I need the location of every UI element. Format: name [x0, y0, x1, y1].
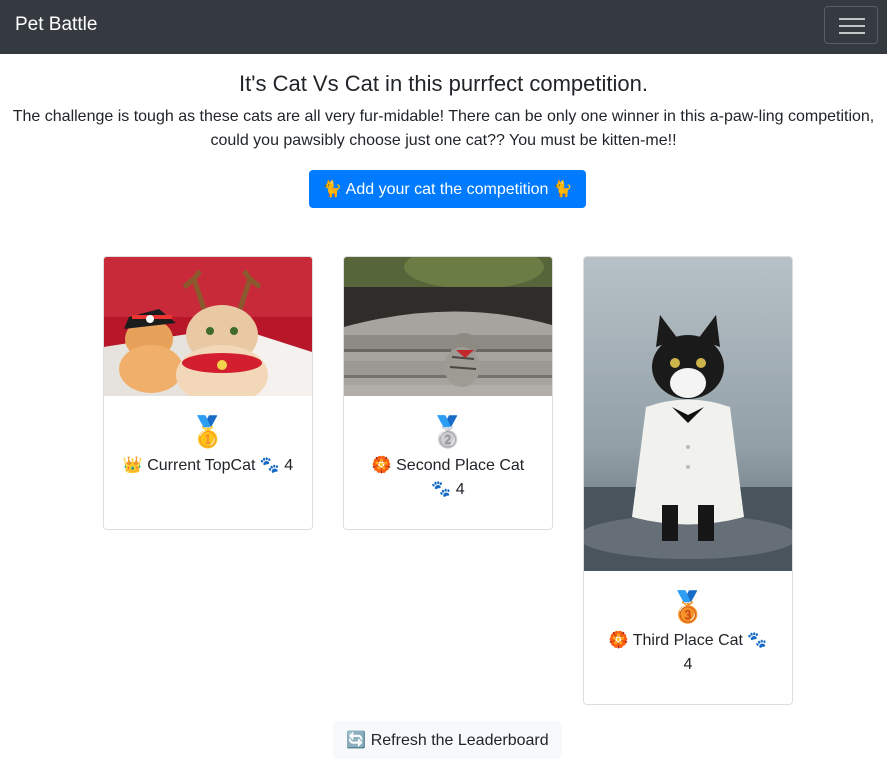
silver-medal-icon: 🥈: [429, 416, 467, 449]
brand-link[interactable]: Pet Battle: [15, 14, 97, 36]
leaderboard-card-second[interactable]: 🥈 🏵️ Second Place Cat 🐾 4: [343, 256, 553, 530]
page-title: It's Cat Vs Cat in this purrfect competi…: [239, 71, 648, 96]
add-cat-button[interactable]: 🐈 Add your cat the competition 🐈: [309, 170, 586, 208]
intro-text: The challenge is tough as these cats are…: [12, 108, 875, 149]
leaderboard-card-first[interactable]: 🥇 👑 Current TopCat 🐾 4: [103, 256, 313, 530]
rank-label-second: 🏵️ Second Place Cat 🐾 4: [371, 457, 525, 498]
top-navbar: Pet Battle: [0, 0, 887, 54]
cat-photo-second: [344, 257, 552, 396]
rank-label-third: 🏵️ Third Place Cat 🐾 4: [608, 632, 768, 673]
leaderboard-card-third[interactable]: 🥉 🏵️ Third Place Cat 🐾 4: [583, 256, 793, 705]
cat-photo-third: [584, 257, 792, 571]
refresh-leaderboard-button[interactable]: 🔄 Refresh the Leaderboard: [333, 721, 562, 759]
navbar-toggler-button[interactable]: [824, 6, 878, 44]
bronze-medal-icon: 🥉: [669, 591, 707, 624]
cat-photo-first: [104, 257, 312, 396]
hamburger-menu-icon: [839, 17, 865, 35]
rank-label-first: 👑 Current TopCat 🐾 4: [122, 457, 294, 474]
gold-medal-icon: 🥇: [189, 416, 227, 449]
